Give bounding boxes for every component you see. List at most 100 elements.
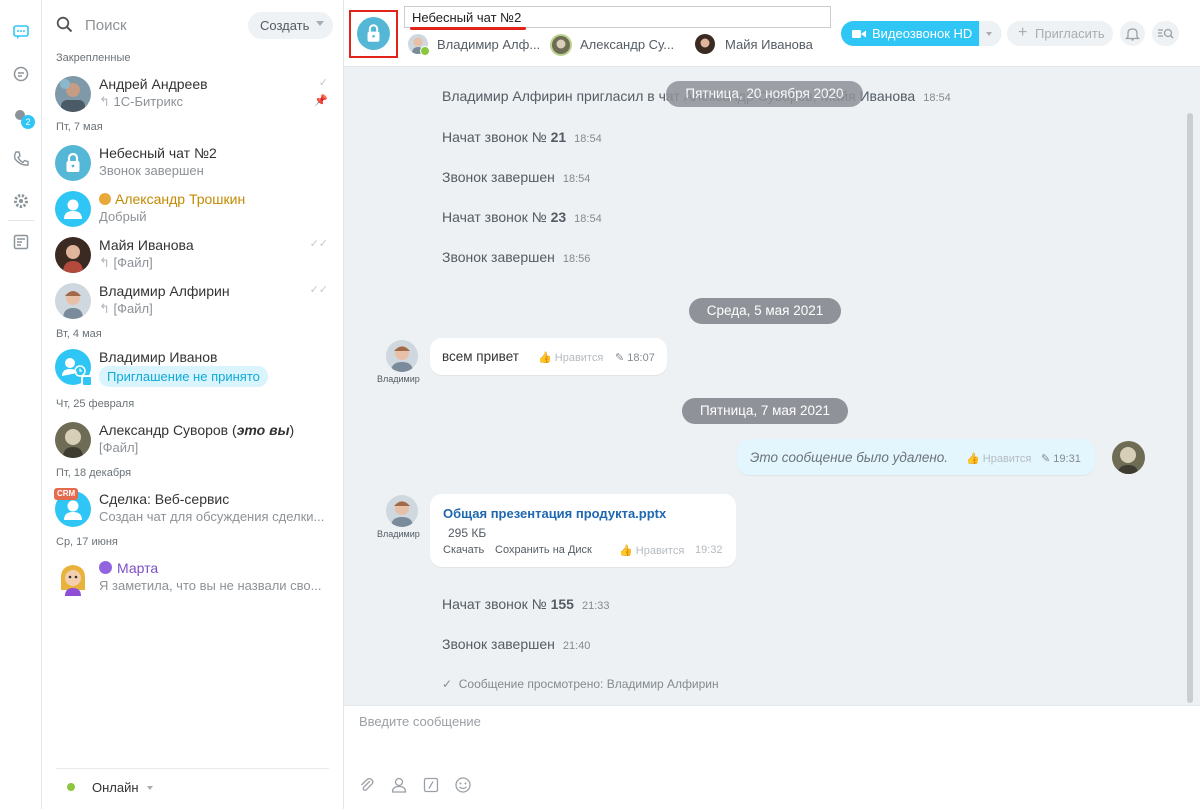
lock-icon xyxy=(66,152,80,172)
search-row: Поиск Создать xyxy=(42,0,344,50)
date-separator: Среда, 5 мая 2021 xyxy=(689,298,841,324)
smile-icon[interactable] xyxy=(454,776,472,794)
read-check-icon: ✓✓ xyxy=(309,284,328,296)
scrollbar[interactable] xyxy=(1187,113,1193,703)
like-button[interactable]: 👍 Нравится xyxy=(619,544,684,557)
list-item-nebesny-chat[interactable]: Небесный чат №2 Звонок завершен xyxy=(42,143,344,187)
chat-title: Небесный чат №2 xyxy=(412,10,522,25)
item-name: Владимир Иванов xyxy=(99,349,218,365)
date-separator: Пятница, 20 ноября 2020 xyxy=(666,81,863,107)
app-rail: 2 xyxy=(0,0,42,809)
section-pinned: Закрепленные xyxy=(56,52,131,64)
create-button[interactable]: Создать xyxy=(248,12,333,39)
invite-status-badge: Приглашение не принято xyxy=(99,366,268,387)
crm-badge: CRM xyxy=(54,488,79,500)
own-avatar[interactable] xyxy=(1112,441,1145,474)
list-item-deal[interactable]: CRM Сделка: Веб-сервис Создан чат для об… xyxy=(42,488,344,533)
download-link[interactable]: Скачать xyxy=(443,544,484,556)
avatar xyxy=(550,34,572,56)
author-avatar[interactable] xyxy=(386,495,418,527)
message-text: всем привет xyxy=(442,349,519,364)
search-messages-button[interactable] xyxy=(1152,21,1179,46)
search-input[interactable]: Поиск xyxy=(85,17,127,34)
online-dot xyxy=(420,46,430,56)
rail-divider xyxy=(8,220,34,221)
list-item-ivanov[interactable]: Владимир Иванов Приглашение не принято xyxy=(42,347,344,391)
phone-icon[interactable] xyxy=(11,149,31,169)
section-date: Ср, 17 июня xyxy=(56,536,118,548)
paperclip-icon[interactable] xyxy=(358,776,376,794)
system-message: Начат звонок № 23 18:54 xyxy=(442,209,602,225)
message-bubble[interactable]: всем привет 👍 Нравится ✎ 18:07 xyxy=(430,338,667,375)
list-item-andrey[interactable]: Андрей Андреев ↰ 1С-Битрикс ✓ 📌 xyxy=(42,74,344,118)
avatar xyxy=(55,283,91,319)
lock-chat-avatar xyxy=(55,145,91,181)
tasks-icon[interactable] xyxy=(11,232,31,252)
check-icon: ✓ xyxy=(442,677,453,691)
message-time: 19:32 xyxy=(695,544,723,556)
chevron-down-icon xyxy=(316,21,324,26)
notifications-icon[interactable]: 2 xyxy=(11,106,35,129)
list-item-marta[interactable]: Марта Я заметила, что вы не назвали сво.… xyxy=(42,558,344,602)
create-button-label: Создать xyxy=(260,18,310,33)
invite-button[interactable]: + Пригласить xyxy=(1007,21,1113,46)
item-subtitle: ↰ [Файл] xyxy=(99,301,153,316)
like-button[interactable]: 👍 Нравится xyxy=(966,452,1031,465)
like-button[interactable]: 👍 Нравится xyxy=(538,351,603,364)
invite-label: Пригласить xyxy=(1035,26,1105,41)
notifications-toggle[interactable] xyxy=(1120,21,1145,46)
list-item-maiya[interactable]: Майя Иванова ↰ [Файл] ✓✓ xyxy=(42,235,344,279)
section-date: Вт, 4 мая xyxy=(56,328,102,340)
bell-icon xyxy=(1125,28,1140,41)
chat-icon[interactable] xyxy=(11,22,31,42)
chat-panel: Небесный чат №2 Владимир Алф... Александ… xyxy=(344,0,1200,809)
avatar xyxy=(55,76,91,112)
list-item-suvorov[interactable]: Александр Суворов (это вы) [Файл] xyxy=(42,420,344,464)
read-check-icon: ✓✓ xyxy=(309,238,328,250)
status-divider xyxy=(56,768,329,769)
item-subtitle: Звонок завершен xyxy=(99,163,204,178)
bot-avatar xyxy=(55,560,91,596)
pin-icon: 📌 xyxy=(314,95,328,107)
chevron-down-icon xyxy=(986,32,992,36)
user-icon[interactable] xyxy=(390,776,408,794)
file-size: 295 КБ xyxy=(448,526,487,540)
author-name: Владимир xyxy=(377,374,420,384)
member-name: Майя Иванова xyxy=(725,37,813,52)
section-date: Чт, 25 февраля xyxy=(56,398,135,410)
list-item-alfirin[interactable]: Владимир Алфирин ↰ [Файл] ✓✓ xyxy=(42,281,344,325)
video-call-button[interactable]: Видеозвонок HD xyxy=(841,21,1001,46)
member-name: Владимир Алф... xyxy=(437,37,541,52)
author-name: Владимир xyxy=(377,529,420,539)
command-icon[interactable] xyxy=(422,776,440,794)
file-name-link[interactable]: Общая презентация продукта.pptx xyxy=(443,506,666,521)
channels-icon[interactable] xyxy=(11,64,31,84)
search-list-icon xyxy=(1158,28,1174,39)
system-message: Начат звонок № 21 18:54 xyxy=(442,129,602,145)
chat-title-input[interactable]: Небесный чат №2 xyxy=(404,6,831,28)
deleted-message-text: Это сообщение было удалено. xyxy=(750,450,949,465)
video-camera-icon xyxy=(852,30,866,38)
item-name: Андрей Андреев xyxy=(99,76,208,92)
message-input[interactable]: Введите сообщение xyxy=(359,714,481,729)
author-avatar[interactable] xyxy=(386,340,418,372)
avatar xyxy=(55,422,91,458)
file-message-bubble[interactable]: Общая презентация продукта.pptx 295 КБ С… xyxy=(430,494,736,567)
item-subtitle: ↰ 1С-Битрикс xyxy=(99,94,184,109)
chat-avatar[interactable] xyxy=(357,17,390,50)
plus-icon: + xyxy=(1018,24,1028,41)
item-subtitle: Создан чат для обсуждения сделки... xyxy=(99,509,325,524)
invite-status-icon xyxy=(81,375,93,387)
section-date: Пт, 18 декабря xyxy=(56,467,132,479)
avatar xyxy=(55,237,91,273)
video-call-dropdown[interactable] xyxy=(979,21,1001,46)
system-message: Начат звонок № 155 21:33 xyxy=(442,596,610,612)
save-to-disk-link[interactable]: Сохранить на Диск xyxy=(495,544,592,556)
settings-icon[interactable] xyxy=(11,191,31,211)
own-message-bubble[interactable]: Это сообщение было удалено. 👍 Нравится ✎… xyxy=(737,439,1095,475)
read-check-icon: ✓ xyxy=(318,77,328,89)
item-name: Марта xyxy=(99,560,158,576)
date-separator: Пятница, 7 мая 2021 xyxy=(682,398,848,424)
list-item-troshkin[interactable]: Александр Трошкин Добрый xyxy=(42,189,344,233)
item-subtitle: [Файл] xyxy=(99,440,139,455)
